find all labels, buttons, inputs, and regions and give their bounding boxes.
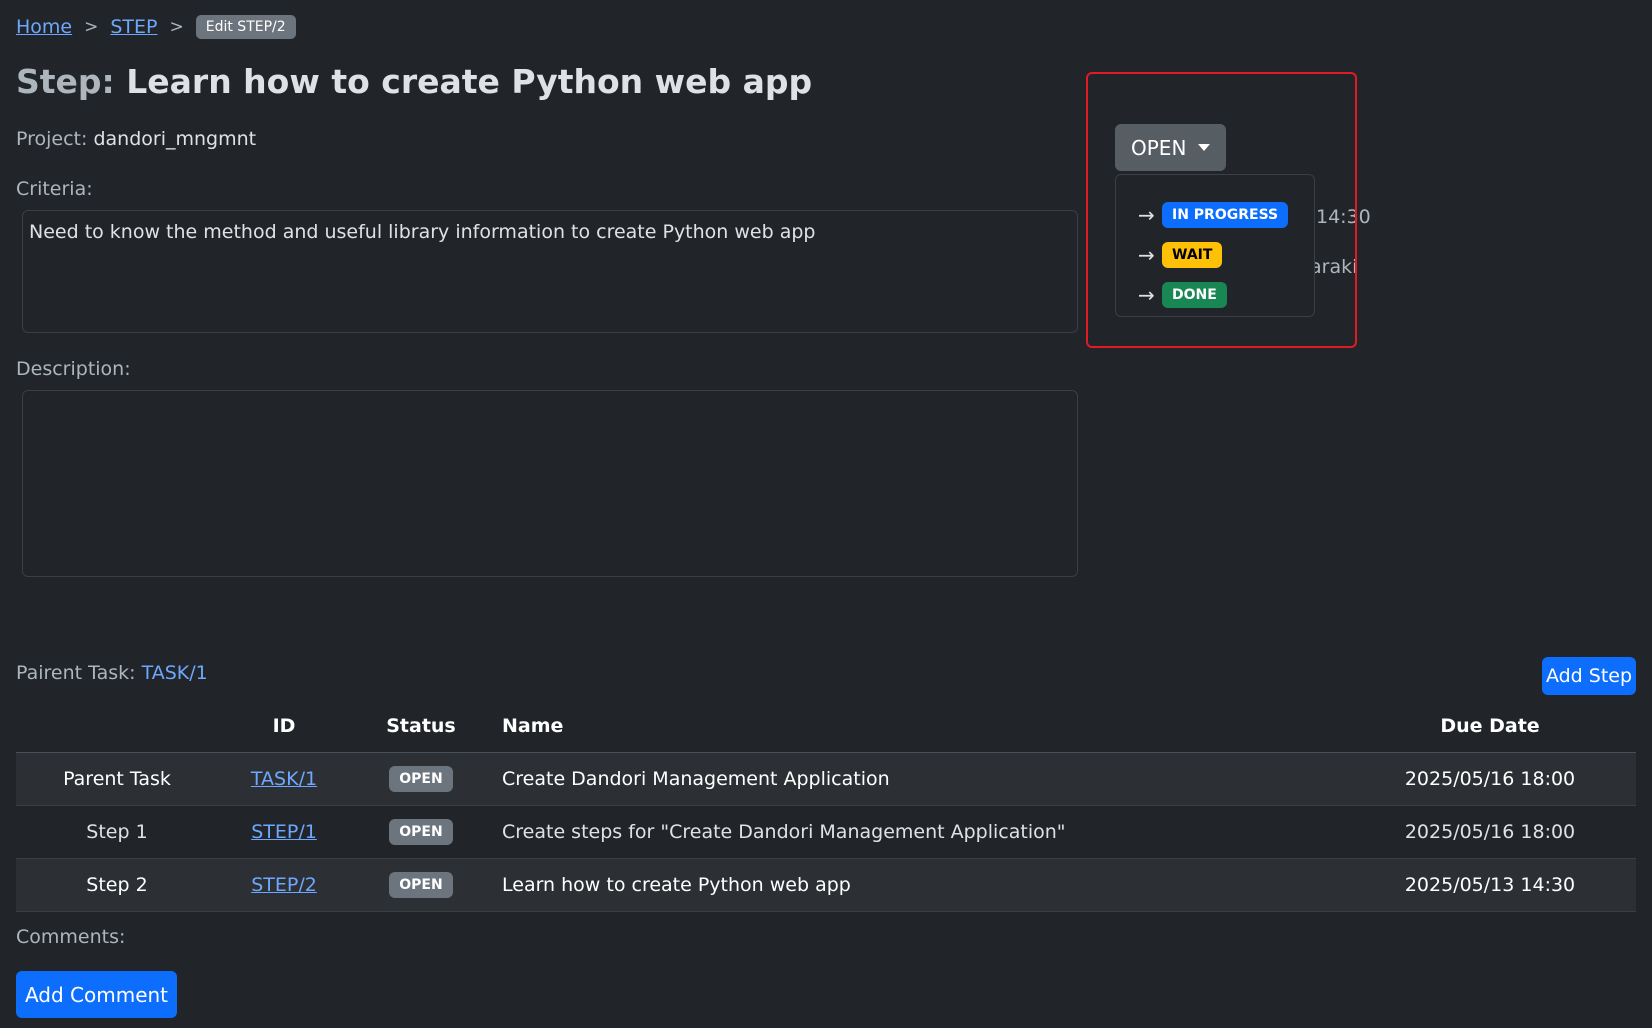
column-header-due-date: Due Date bbox=[1344, 700, 1636, 753]
status-badge: IN PROGRESS bbox=[1162, 202, 1289, 228]
table-row: Step 1 STEP/1 OPEN Create steps for "Cre… bbox=[16, 805, 1636, 859]
add-comment-button[interactable]: Add Comment bbox=[16, 971, 177, 1018]
description-label: Description: bbox=[16, 358, 131, 380]
arrow-right-icon: → bbox=[1138, 203, 1155, 227]
column-header-status: Status bbox=[350, 700, 492, 753]
row-name: Create Dandori Management Application bbox=[492, 752, 1344, 806]
column-header-name: Name bbox=[492, 700, 1344, 753]
row-due-date: 2025/05/16 18:00 bbox=[1344, 805, 1636, 859]
steps-table: ID Status Name Due Date Parent Task TASK… bbox=[16, 700, 1636, 912]
status-option-wait[interactable]: → WAIT bbox=[1116, 235, 1314, 275]
column-header-type bbox=[16, 700, 218, 753]
comments-label: Comments: bbox=[16, 926, 126, 948]
row-type: Parent Task bbox=[16, 752, 218, 806]
status-badge: WAIT bbox=[1162, 242, 1223, 268]
breadcrumb-separator: > bbox=[84, 17, 99, 37]
status-badge: OPEN bbox=[389, 872, 453, 898]
criteria-label: Criteria: bbox=[16, 178, 93, 200]
page-title: Step: Learn how to create Python web app bbox=[16, 62, 812, 101]
column-header-id: ID bbox=[218, 700, 350, 753]
table-row: Step 2 STEP/2 OPEN Learn how to create P… bbox=[16, 858, 1636, 912]
parent-task-label: Pairent Task: bbox=[16, 662, 136, 684]
page-title-text: Learn how to create Python web app bbox=[126, 62, 813, 101]
breadcrumb: Home > STEP > Edit STEP/2 bbox=[16, 15, 296, 39]
breadcrumb-current: Edit STEP/2 bbox=[195, 15, 296, 39]
row-due-date: 2025/05/16 18:00 bbox=[1344, 752, 1636, 806]
table-header-row: ID Status Name Due Date bbox=[16, 700, 1636, 753]
row-type: Step 1 bbox=[16, 805, 218, 859]
description-field[interactable] bbox=[22, 390, 1078, 577]
status-option-done[interactable]: → DONE bbox=[1116, 275, 1314, 315]
parent-task-row: Pairent Task: TASK/1 bbox=[16, 662, 208, 684]
status-badge: OPEN bbox=[389, 766, 453, 792]
add-step-button[interactable]: Add Step bbox=[1542, 657, 1636, 695]
breadcrumb-home-link[interactable]: Home bbox=[16, 16, 72, 38]
row-due-date: 2025/05/13 14:30 bbox=[1344, 858, 1636, 912]
arrow-right-icon: → bbox=[1138, 243, 1155, 267]
arrow-right-icon: → bbox=[1138, 283, 1155, 307]
row-id-link[interactable]: STEP/1 bbox=[251, 821, 317, 843]
status-dropdown-menu: → IN PROGRESS → WAIT → DONE bbox=[1115, 174, 1315, 317]
row-name: Learn how to create Python web app bbox=[492, 858, 1344, 912]
project-label: Project: bbox=[16, 128, 88, 150]
status-badge: DONE bbox=[1162, 282, 1227, 308]
chevron-down-icon bbox=[1198, 144, 1211, 151]
row-type: Step 2 bbox=[16, 858, 218, 912]
row-name: Create steps for "Create Dandori Managem… bbox=[492, 805, 1344, 859]
row-id-link[interactable]: TASK/1 bbox=[251, 768, 317, 790]
parent-task-link[interactable]: TASK/1 bbox=[142, 662, 208, 684]
project-value: dandori_mngmnt bbox=[93, 128, 257, 150]
breadcrumb-step-link[interactable]: STEP bbox=[110, 16, 157, 38]
criteria-field[interactable]: Need to know the method and useful libra… bbox=[22, 210, 1078, 333]
status-current-label: OPEN bbox=[1131, 135, 1187, 160]
status-badge: OPEN bbox=[389, 819, 453, 845]
status-dropdown-button[interactable]: OPEN bbox=[1115, 124, 1227, 171]
page-title-prefix: Step: bbox=[16, 62, 115, 101]
project-row: Project: dandori_mngmnt bbox=[16, 128, 256, 150]
row-id-link[interactable]: STEP/2 bbox=[251, 874, 317, 896]
status-option-in-progress[interactable]: → IN PROGRESS bbox=[1116, 195, 1314, 235]
table-row: Parent Task TASK/1 OPEN Create Dandori M… bbox=[16, 752, 1636, 806]
breadcrumb-separator: > bbox=[169, 17, 184, 37]
